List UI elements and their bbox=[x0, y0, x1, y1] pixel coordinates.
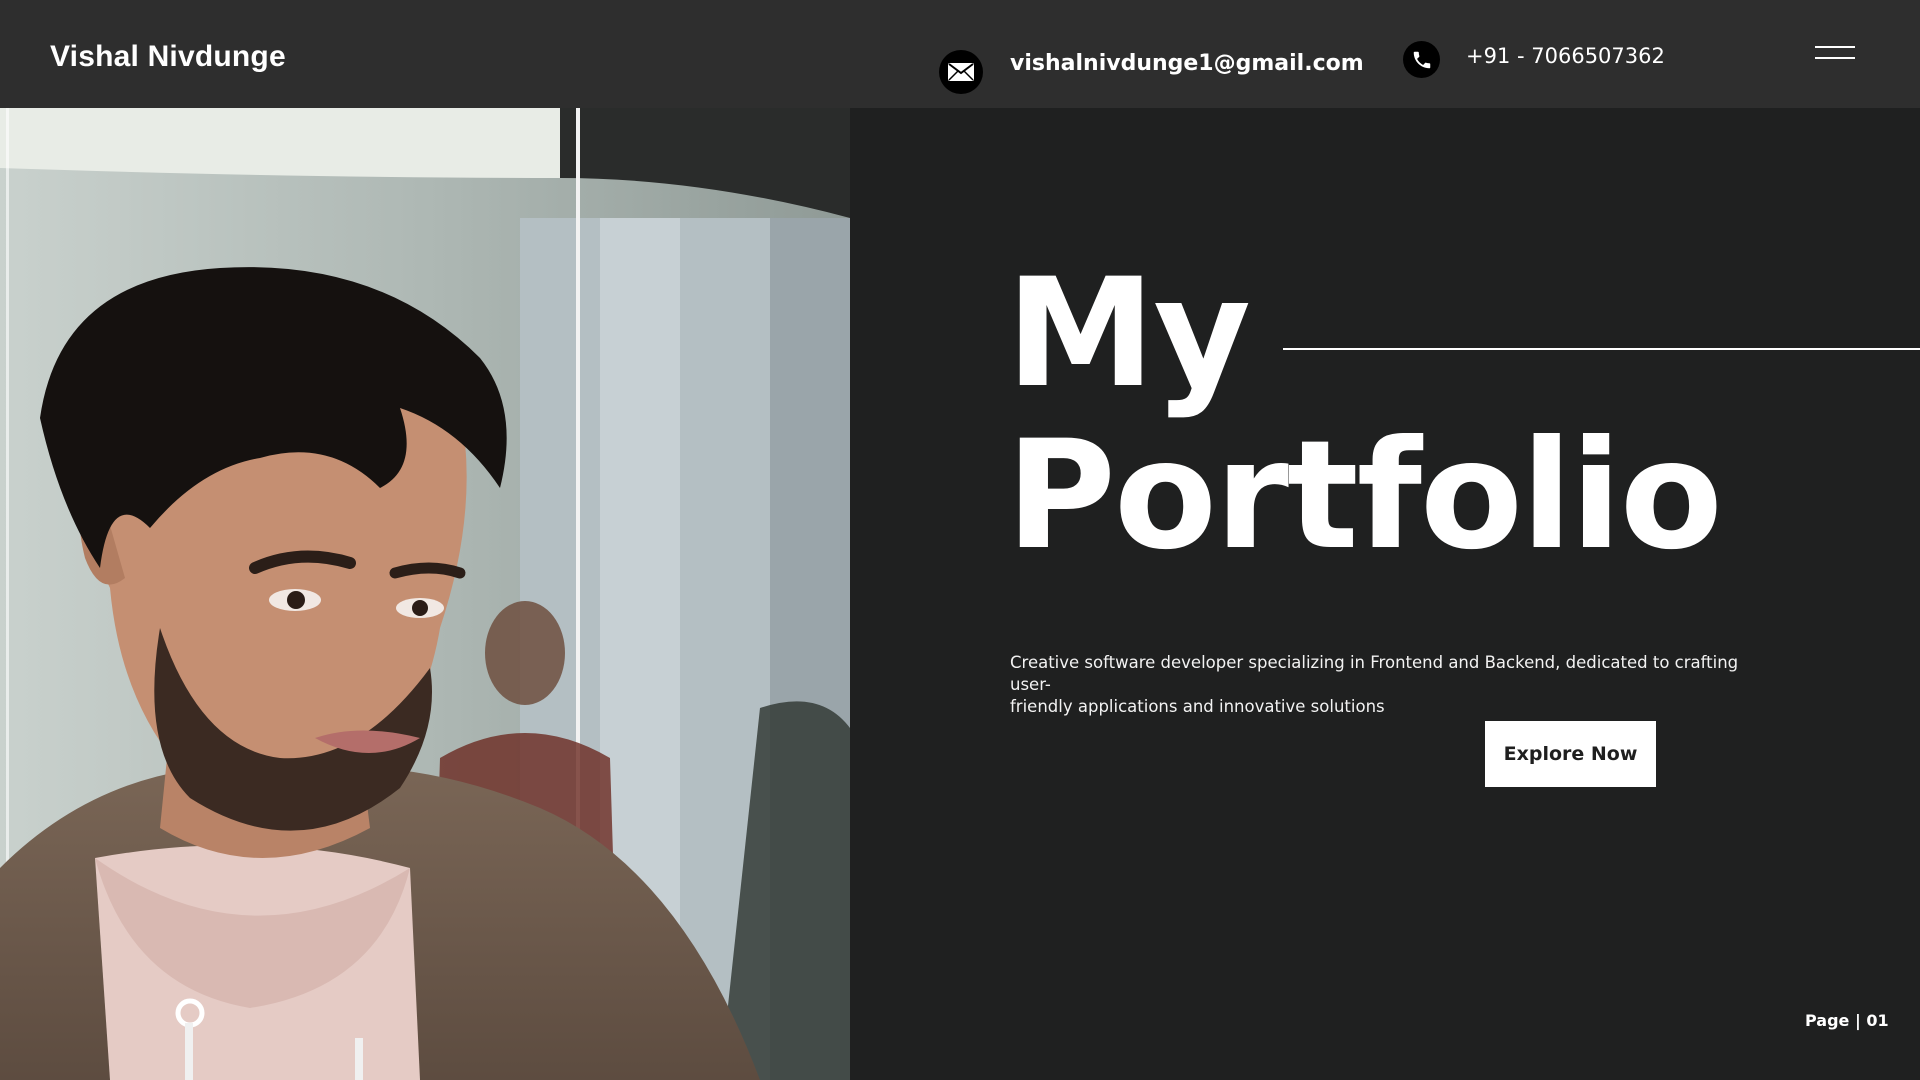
menu-bar-bottom bbox=[1815, 57, 1855, 59]
profile-photo-illustration bbox=[0, 108, 850, 1080]
hero-title-line-2: Portfolio bbox=[1006, 409, 1723, 583]
tagline-line-1: Creative software developer specializing… bbox=[1010, 653, 1739, 694]
phone-number[interactable]: +91 - 7066507362 bbox=[1466, 44, 1665, 68]
page-indicator: Page | 01 bbox=[1805, 1011, 1889, 1030]
phone-icon-glyph bbox=[1413, 51, 1430, 68]
hamburger-menu-icon[interactable] bbox=[1810, 44, 1858, 68]
phone-icon[interactable] bbox=[1403, 41, 1440, 78]
hero-title-line-1: My bbox=[1006, 247, 1251, 421]
mail-icon-glyph bbox=[948, 63, 974, 81]
hero-title: My Portfolio bbox=[1006, 247, 1723, 583]
hero-tagline: Creative software developer specializing… bbox=[1010, 652, 1740, 718]
mail-icon[interactable] bbox=[939, 50, 983, 94]
tagline-line-2: friendly applications and innovative sol… bbox=[1010, 697, 1385, 716]
email-link[interactable]: vishalnivdunge1@gmail.com bbox=[1010, 51, 1364, 76]
top-bar: Vishal Nivdunge vishalnivdunge1@gmail.co… bbox=[0, 0, 1920, 108]
title-divider bbox=[1283, 348, 1920, 350]
profile-photo bbox=[0, 108, 850, 1080]
explore-now-button[interactable]: Explore Now bbox=[1485, 721, 1656, 787]
brand-name[interactable]: Vishal Nivdunge bbox=[50, 40, 286, 74]
menu-bar-top bbox=[1815, 46, 1855, 48]
